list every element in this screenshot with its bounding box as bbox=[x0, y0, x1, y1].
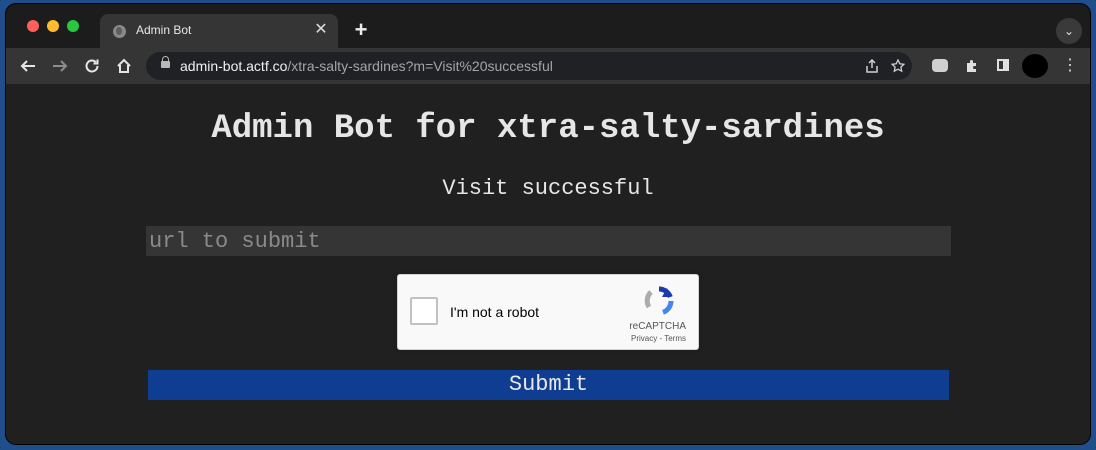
recaptcha-logo-icon bbox=[644, 286, 674, 315]
share-icon bbox=[866, 58, 878, 73]
lock-icon[interactable] bbox=[161, 56, 170, 68]
tab-admin-bot[interactable]: Admin Bot ✕ bbox=[100, 14, 338, 48]
recaptcha-links[interactable]: Privacy - Terms bbox=[631, 334, 686, 343]
tab-strip: Admin Bot ✕ + ⌄ bbox=[6, 4, 1090, 48]
tab-search-button[interactable]: ⌄ bbox=[1056, 18, 1082, 44]
recaptcha-checkbox[interactable] bbox=[410, 297, 438, 325]
star-icon bbox=[890, 58, 906, 73]
browser-toolbar: admin-bot.actf.co/xtra-salty-sardines?m=… bbox=[6, 48, 1090, 84]
puzzle-icon bbox=[967, 60, 976, 72]
url-input[interactable] bbox=[146, 226, 951, 256]
extensions-puzzle-icon[interactable] bbox=[962, 56, 982, 76]
reload-button[interactable] bbox=[79, 53, 105, 79]
minimize-window-button[interactable] bbox=[47, 20, 59, 32]
address-bar[interactable]: admin-bot.actf.co/xtra-salty-sardines?m=… bbox=[146, 52, 912, 80]
submit-button[interactable]: Submit bbox=[148, 370, 949, 400]
tab-close-icon[interactable]: ✕ bbox=[312, 21, 330, 39]
close-window-button[interactable] bbox=[27, 20, 39, 32]
home-icon bbox=[117, 58, 131, 73]
browser-window: Admin Bot ✕ + ⌄ admin-bot.actf.co/xtra-s… bbox=[6, 4, 1090, 444]
back-button[interactable] bbox=[15, 53, 41, 79]
maximize-window-button[interactable] bbox=[67, 20, 79, 32]
forward-button[interactable] bbox=[47, 53, 73, 79]
recaptcha-widget: I'm not a robot reCAPTCHA Privacy - Term… bbox=[397, 274, 699, 350]
status-message: Visit successful bbox=[442, 176, 654, 201]
reload-icon bbox=[85, 59, 99, 73]
new-tab-button[interactable]: + bbox=[348, 18, 374, 44]
globe-icon bbox=[113, 25, 126, 38]
page-content: Admin Bot for xtra-salty-sardines Visit … bbox=[6, 84, 1090, 444]
arrow-right-icon bbox=[53, 60, 68, 72]
extension-chat-icon[interactable] bbox=[930, 56, 950, 76]
page-title: Admin Bot for xtra-salty-sardines bbox=[211, 110, 885, 148]
home-button[interactable] bbox=[111, 53, 137, 79]
profile-avatar[interactable] bbox=[1022, 54, 1048, 78]
side-panel-icon[interactable] bbox=[994, 56, 1014, 76]
tab-title: Admin Bot bbox=[136, 23, 192, 37]
url-host: admin-bot.actf.co bbox=[180, 58, 288, 74]
address-url[interactable]: admin-bot.actf.co/xtra-salty-sardines?m=… bbox=[180, 58, 553, 74]
recaptcha-brand: reCAPTCHA bbox=[629, 321, 686, 332]
url-path: /xtra-salty-sardines?m=Visit%20successfu… bbox=[287, 58, 553, 74]
arrow-left-icon bbox=[20, 60, 35, 72]
share-button[interactable] bbox=[862, 56, 882, 76]
bookmark-button[interactable] bbox=[888, 56, 908, 76]
recaptcha-label: I'm not a robot bbox=[450, 304, 540, 320]
menu-kebab-icon[interactable]: ⋮ bbox=[1060, 56, 1080, 76]
